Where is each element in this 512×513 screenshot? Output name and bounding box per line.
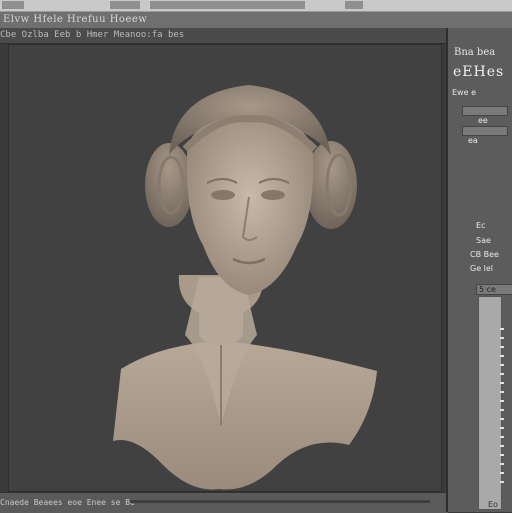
left-eye (211, 190, 235, 200)
status-progress (130, 500, 430, 503)
tool-strip-labels[interactable]: Cbe Ozlba Eeb b Hmer Meanoo:fa bes (0, 30, 184, 40)
panel-option[interactable]: Ewe e (452, 88, 476, 97)
panel-label: Sae (476, 236, 491, 245)
panel-field[interactable] (462, 106, 508, 116)
title-bar (0, 0, 512, 12)
panel-value: ee (478, 116, 488, 125)
field-label: 5 ce (479, 285, 496, 294)
menu-items[interactable]: Elvw Hfele Hrefuu Hoeew (3, 14, 147, 25)
panel-title: Bna bea (454, 47, 496, 58)
shoulders (113, 341, 377, 490)
face (186, 115, 314, 295)
section-label: Ec (476, 221, 486, 230)
panel-label: CB Bee (470, 250, 499, 259)
panel-footer: Eo (488, 500, 498, 509)
title-bar-block (345, 1, 363, 9)
status-text: Cnaede Beaees eoe Enee se Be (0, 498, 135, 507)
panel-field[interactable] (462, 126, 508, 136)
title-bar-block (110, 1, 140, 9)
panel-scroll-track[interactable] (478, 296, 502, 510)
left-hair-bun (145, 143, 193, 227)
window-control[interactable] (2, 1, 24, 9)
properties-panel[interactable]: Bna bea eEHes Ewe e ee ea Ec Sae CB Bee … (446, 28, 512, 512)
tool-strip[interactable]: Cbe Ozlba Eeb b Hmer Meanoo:fa bes (0, 28, 448, 44)
bust-sculpture (113, 85, 377, 490)
panel-scroll-ticks (500, 328, 504, 498)
title-bar-block (150, 1, 305, 9)
panel-label: Ge lel (470, 264, 494, 273)
right-eye (261, 190, 285, 200)
panel-value: ea (468, 136, 478, 145)
menu-bar[interactable]: Elvw Hfele Hrefuu Hoeew (0, 12, 512, 29)
panel-heading: eEHes (453, 64, 505, 80)
status-bar: Cnaede Beaees eoe Enee se Be (0, 492, 448, 513)
sculpt-viewport[interactable] (8, 44, 442, 492)
panel-field[interactable]: 5 ce (476, 284, 512, 295)
